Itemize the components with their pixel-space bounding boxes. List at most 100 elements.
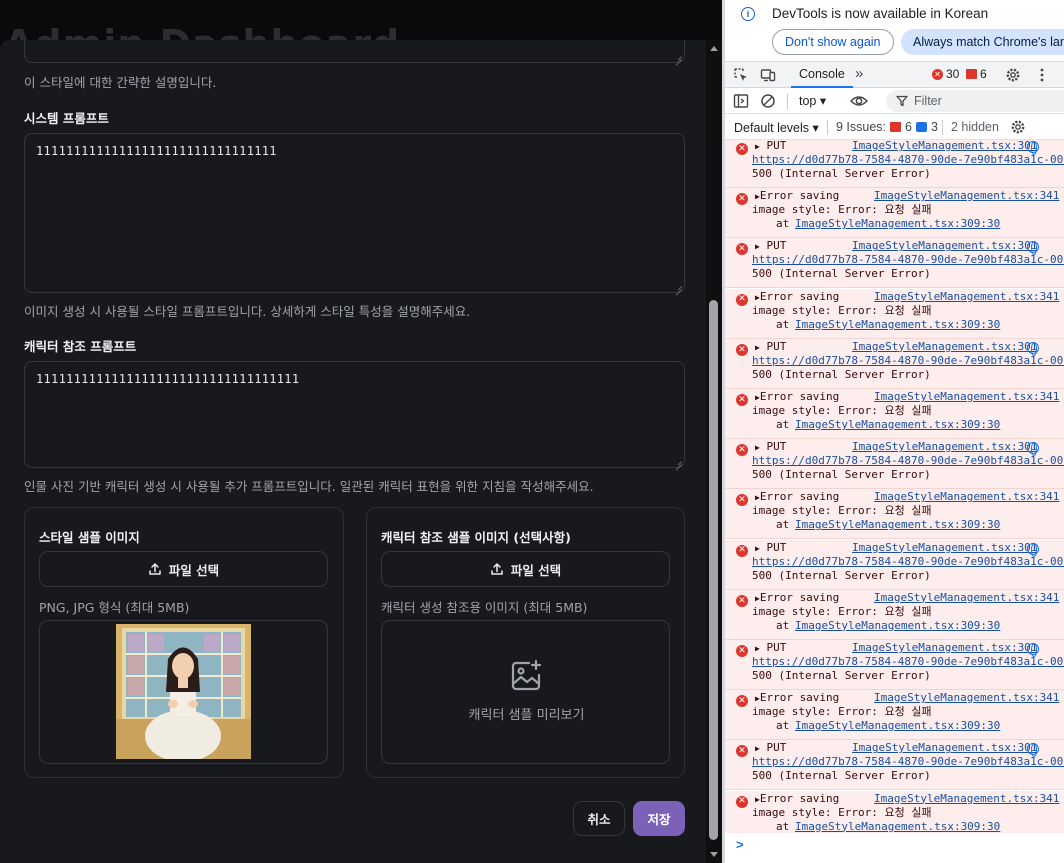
stack-frame-link[interactable]: ImageStyleManagement.tsx:309:30 xyxy=(795,619,1000,633)
save-button[interactable]: 저장 xyxy=(633,801,685,836)
source-link[interactable]: ImageStyleManagement.tsx:301 xyxy=(852,239,1037,253)
network-request-icon[interactable] xyxy=(1027,341,1039,356)
error-icon: ✕ xyxy=(736,745,748,758)
context-select[interactable]: top ▾ xyxy=(799,93,826,108)
console-prompt[interactable]: > xyxy=(736,837,744,852)
default-levels-dropdown[interactable]: Default levels ▾ xyxy=(734,120,819,135)
language-banner: i DevTools is now available in Korean Do… xyxy=(725,0,1064,62)
sidebar-toggle-icon[interactable] xyxy=(733,93,749,109)
source-link[interactable]: ImageStyleManagement.tsx:301 xyxy=(852,541,1037,555)
more-tabs-chevron-icon[interactable]: » xyxy=(855,65,863,82)
console-error-entry[interactable]: ✕ ▶ PUT ImageStyleManagement.tsx:301 https:… xyxy=(725,140,1064,188)
style-sample-panel: 스타일 샘플 이미지 파일 선택 PNG, JPG 형식 (최대 5MB) xyxy=(24,507,344,778)
match-language-button[interactable]: Always match Chrome's language xyxy=(901,29,1064,55)
stack-frame-link[interactable]: ImageStyleManagement.tsx:309:30 xyxy=(795,418,1000,432)
scroll-down-arrow-icon[interactable] xyxy=(710,852,718,857)
request-url-link[interactable]: https://d0d77b78-7584-4870-90de-7e90bf48… xyxy=(752,755,1064,769)
console-error-entry[interactable]: ✕ ▶ PUT ImageStyleManagement.tsx:301 https:… xyxy=(725,338,1064,389)
scroll-up-arrow-icon[interactable] xyxy=(710,46,718,51)
source-link[interactable]: ImageStyleManagement.tsx:341 xyxy=(874,691,1059,705)
expand-triangle-icon[interactable]: ▶ xyxy=(755,644,760,653)
source-link[interactable]: ImageStyleManagement.tsx:301 xyxy=(852,140,1037,153)
issues-info-count: 3 xyxy=(930,120,938,134)
console-error-entry[interactable]: ✕ ▶Error saving ImageStyleManagement.tsx:3… xyxy=(725,690,1064,741)
inspect-element-icon[interactable] xyxy=(733,67,749,83)
console-error-entry[interactable]: ✕ ▶ PUT ImageStyleManagement.tsx:301 https:… xyxy=(725,439,1064,490)
expand-triangle-icon[interactable]: ▶ xyxy=(755,142,760,151)
resize-handle-icon[interactable] xyxy=(674,282,682,290)
source-link[interactable]: ImageStyleManagement.tsx:341 xyxy=(874,490,1059,504)
console-error-entry[interactable]: ✕ ▶ PUT ImageStyleManagement.tsx:301 https:… xyxy=(725,740,1064,791)
console-messages: ✕ ▶ PUT ImageStyleManagement.tsx:301 https:… xyxy=(725,140,1064,833)
console-error-entry[interactable]: ✕ ▶Error saving ImageStyleManagement.tsx:3… xyxy=(725,288,1064,339)
expand-triangle-icon[interactable]: ▶ xyxy=(755,242,760,251)
request-url-link[interactable]: https://d0d77b78-7584-4870-90de-7e90bf48… xyxy=(752,354,1064,368)
stack-at: at xyxy=(776,819,790,833)
character-prompt-textarea[interactable]: 11111111111111111111111111111111111 xyxy=(24,361,685,468)
tab-console[interactable]: Console xyxy=(791,62,853,88)
expand-triangle-icon[interactable]: ▶ xyxy=(755,343,760,352)
character-prompt-value: 11111111111111111111111111111111111 xyxy=(36,372,300,386)
network-request-icon[interactable] xyxy=(1027,141,1039,155)
dont-show-again-button[interactable]: Don't show again xyxy=(772,29,894,55)
error-icon: ✕ xyxy=(736,243,748,256)
source-link[interactable]: ImageStyleManagement.tsx:301 xyxy=(852,440,1037,454)
console-error-entry[interactable]: ✕ ▶ PUT ImageStyleManagement.tsx:301 https:… xyxy=(725,238,1064,289)
character-sample-hint: 캐릭터 생성 참조용 이미지 (최대 5MB) xyxy=(381,600,588,615)
network-request-icon[interactable] xyxy=(1027,542,1039,557)
stack-frame-link[interactable]: ImageStyleManagement.tsx:309:30 xyxy=(795,217,1000,231)
console-error-entry[interactable]: ✕ ▶ PUT ImageStyleManagement.tsx:301 https:… xyxy=(725,539,1064,590)
clear-console-icon[interactable] xyxy=(760,93,776,109)
expand-triangle-icon[interactable]: ▶ xyxy=(755,544,760,553)
stack-frame-link[interactable]: ImageStyleManagement.tsx:309:30 xyxy=(795,318,1000,332)
resize-handle-icon[interactable] xyxy=(674,457,682,465)
console-error-entry[interactable]: ✕ ▶Error saving ImageStyleManagement.tsx:3… xyxy=(725,489,1064,540)
source-link[interactable]: ImageStyleManagement.tsx:341 xyxy=(874,591,1059,605)
style-sample-upload-button[interactable]: 파일 선택 xyxy=(39,551,328,587)
request-url-link[interactable]: https://d0d77b78-7584-4870-90de-7e90bf48… xyxy=(752,253,1064,267)
request-url-link[interactable]: https://d0d77b78-7584-4870-90de-7e90bf48… xyxy=(752,555,1064,569)
console-error-entry[interactable]: ✕ ▶Error saving ImageStyleManagement.tsx:3… xyxy=(725,188,1064,239)
source-link[interactable]: ImageStyleManagement.tsx:341 xyxy=(874,390,1059,404)
system-prompt-textarea[interactable]: 11111111111111111111111111111111 xyxy=(24,133,685,293)
hidden-messages-count: 2 hidden xyxy=(951,120,999,134)
scroll-thumb[interactable] xyxy=(709,300,718,840)
resize-handle-icon[interactable] xyxy=(674,52,682,60)
device-toolbar-icon[interactable] xyxy=(760,67,776,83)
error-counter[interactable]: ✕ 30 xyxy=(932,67,959,81)
stack-frame-link[interactable]: ImageStyleManagement.tsx:309:30 xyxy=(795,518,1000,532)
expand-triangle-icon[interactable]: ▶ xyxy=(755,443,760,452)
request-url-link[interactable]: https://d0d77b78-7584-4870-90de-7e90bf48… xyxy=(752,454,1064,468)
stack-at: at xyxy=(776,418,790,431)
source-link[interactable]: ImageStyleManagement.tsx:301 xyxy=(852,741,1037,755)
request-url-link[interactable]: https://d0d77b78-7584-4870-90de-7e90bf48… xyxy=(752,153,1064,167)
source-link[interactable]: ImageStyleManagement.tsx:341 xyxy=(874,792,1059,806)
stack-frame-link[interactable]: ImageStyleManagement.tsx:309:30 xyxy=(795,719,1000,733)
error-icon: ✕ xyxy=(932,68,943,80)
request-url-link[interactable]: https://d0d77b78-7584-4870-90de-7e90bf48… xyxy=(752,655,1064,669)
error-detail: image style: Error: 요청 실패 xyxy=(752,705,932,719)
cancel-button[interactable]: 취소 xyxy=(573,801,625,836)
console-error-entry[interactable]: ✕ ▶Error saving ImageStyleManagement.tsx:3… xyxy=(725,389,1064,439)
console-error-entry[interactable]: ✕ ▶Error saving ImageStyleManagement.tsx:3… xyxy=(725,790,1064,833)
more-options-icon[interactable] xyxy=(1034,67,1050,83)
source-link[interactable]: ImageStyleManagement.tsx:341 xyxy=(874,290,1059,304)
description-textarea[interactable] xyxy=(24,40,685,63)
stack-frame-link[interactable]: ImageStyleManagement.tsx:309:30 xyxy=(795,820,1000,833)
settings-gear-icon[interactable] xyxy=(1005,67,1021,83)
modal-scrollbar[interactable] xyxy=(706,40,722,863)
source-link[interactable]: ImageStyleManagement.tsx:301 xyxy=(852,340,1037,354)
live-expression-eye-icon[interactable] xyxy=(850,93,868,109)
source-link[interactable]: ImageStyleManagement.tsx:301 xyxy=(852,641,1037,655)
issues-counter[interactable]: 9 Issues: 6 3 xyxy=(836,120,938,134)
source-link[interactable]: ImageStyleManagement.tsx:341 xyxy=(874,189,1059,203)
console-filter-input[interactable]: Filter xyxy=(886,90,1064,112)
expand-triangle-icon[interactable]: ▶ xyxy=(755,744,760,753)
character-sample-upload-button[interactable]: 파일 선택 xyxy=(381,551,670,587)
request-method: PUT xyxy=(766,641,787,654)
console-error-entry[interactable]: ✕ ▶ PUT ImageStyleManagement.tsx:301 https:… xyxy=(725,640,1064,690)
network-request-icon[interactable] xyxy=(1027,643,1039,657)
console-error-entry[interactable]: ✕ ▶Error saving ImageStyleManagement.tsx:3… xyxy=(725,589,1064,640)
warning-counter[interactable]: 6 xyxy=(966,67,987,81)
console-settings-gear-icon[interactable] xyxy=(1010,119,1026,135)
